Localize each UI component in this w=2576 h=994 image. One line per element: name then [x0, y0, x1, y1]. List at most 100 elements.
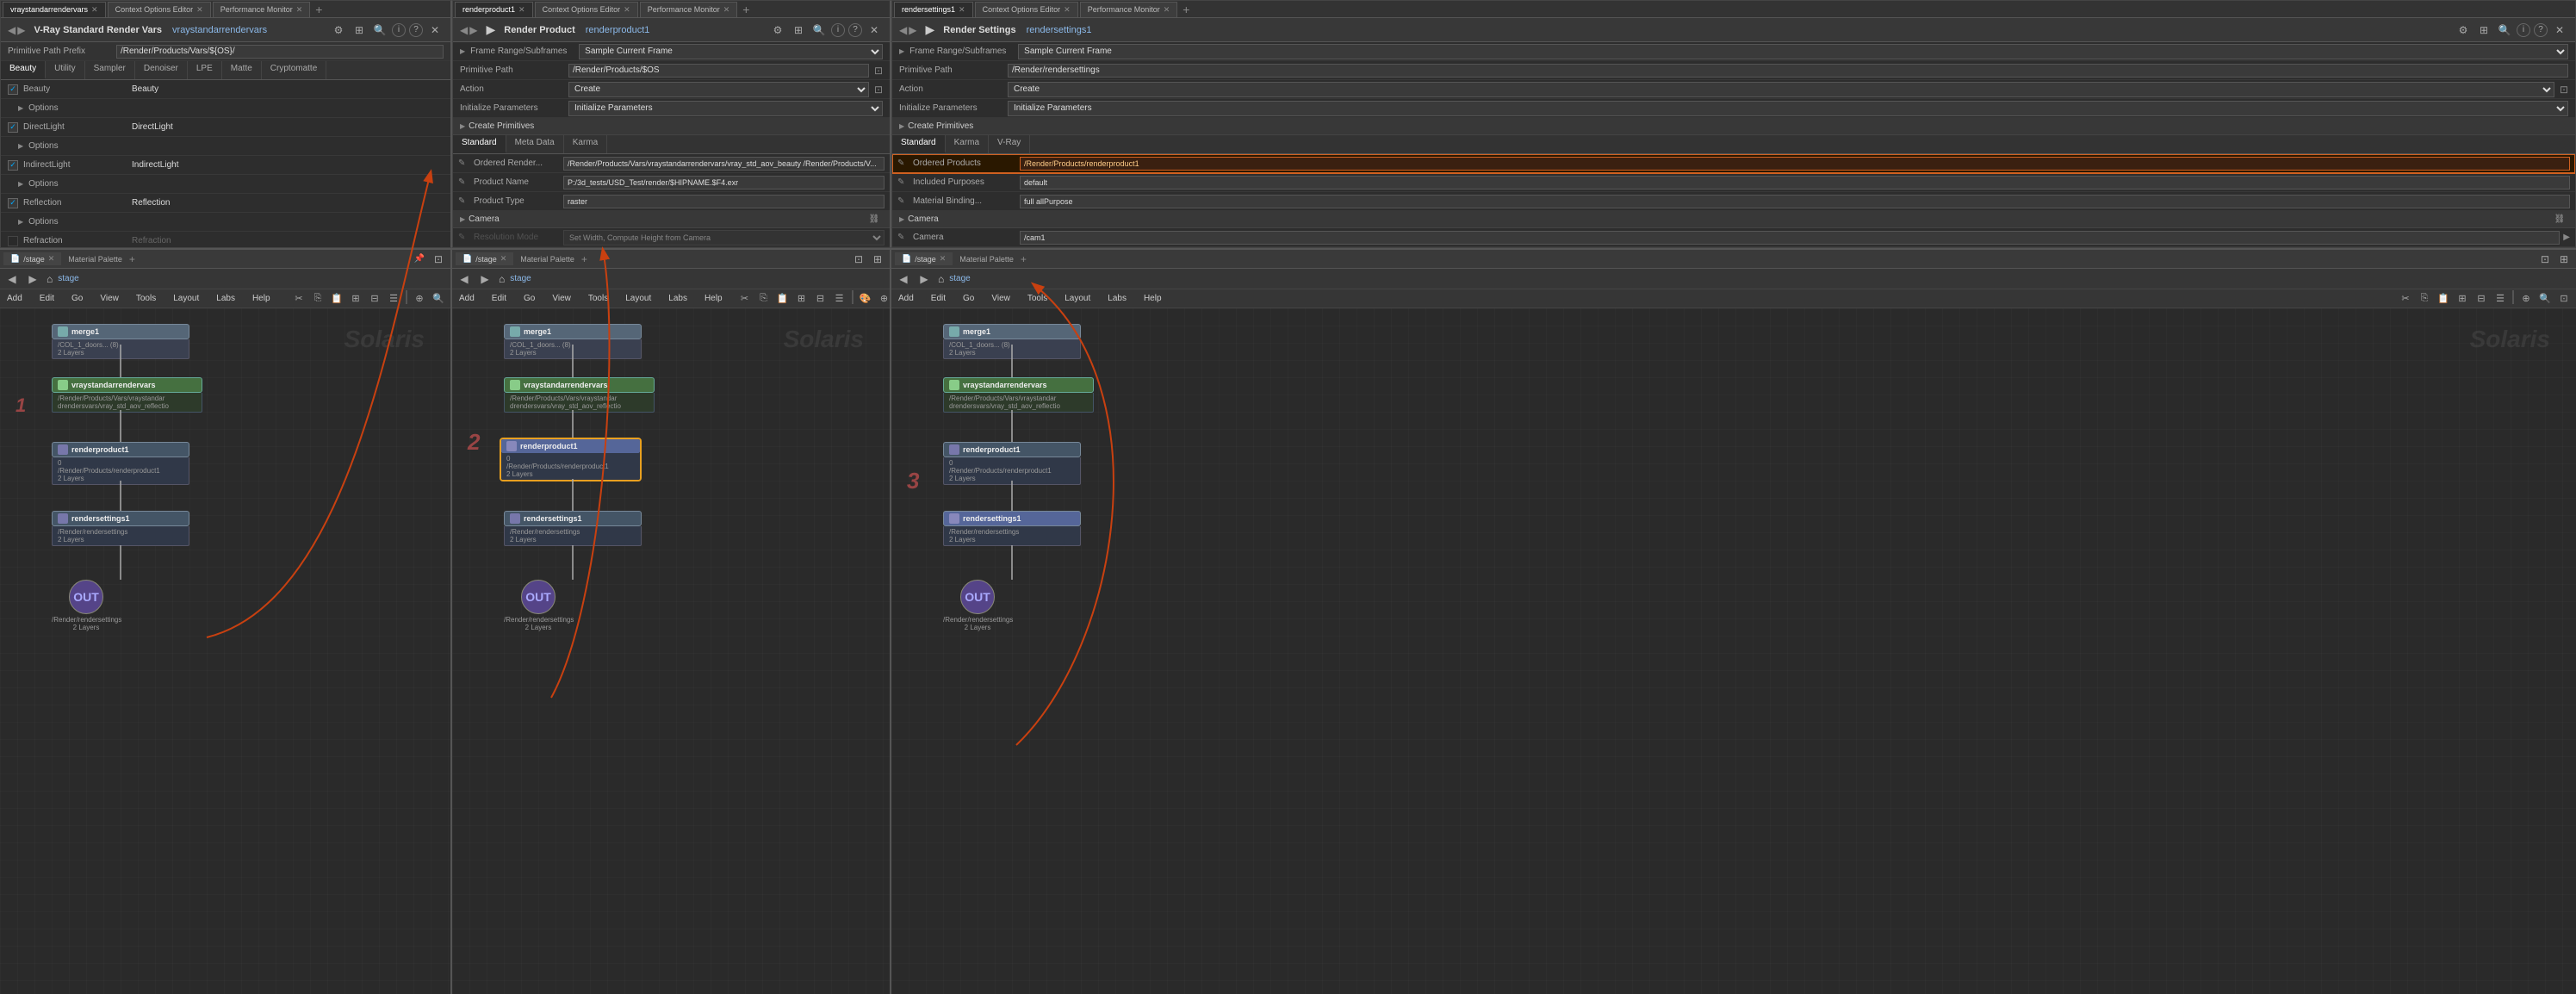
- node-vray-left[interactable]: vraystandarrendervars /Render/Products/V…: [52, 377, 202, 413]
- create-primitives-header-right[interactable]: ▶ Create Primitives: [892, 118, 2575, 135]
- sub-tab-utility[interactable]: Utility: [46, 61, 84, 79]
- tab-vraystandarrendervars[interactable]: vraystandarrendervars ✕: [3, 2, 106, 17]
- product-type-pencil[interactable]: ✎: [458, 196, 470, 206]
- nav-back-btn-center[interactable]: ◀: [456, 270, 473, 288]
- copy-icon[interactable]: ⎘: [309, 290, 326, 308]
- nav-back-btn[interactable]: ◀: [460, 24, 468, 36]
- stage-tab-right[interactable]: 📄 /stage ✕: [895, 252, 953, 265]
- tab-context-options-editor-1[interactable]: Context Options Editor ✕: [108, 2, 211, 17]
- tab-close-icon[interactable]: ✕: [624, 5, 630, 15]
- tab-renderproduct1[interactable]: renderproduct1 ✕: [455, 2, 533, 17]
- create-primitives-expand-right[interactable]: ▶: [899, 122, 904, 130]
- sub-tab-beauty[interactable]: Beauty: [1, 61, 46, 79]
- sub-tab-karma[interactable]: Karma: [564, 135, 607, 153]
- grid2-icon-right[interactable]: ⊟: [2473, 290, 2490, 308]
- close-icon[interactable]: ✕: [866, 22, 883, 39]
- menu-add-left[interactable]: Add: [3, 292, 26, 305]
- primitive-path-input-right[interactable]: [1008, 64, 2568, 78]
- tab-rendersettings1[interactable]: rendersettings1 ✕: [894, 2, 973, 17]
- home-icon-left[interactable]: ⌂: [47, 273, 53, 285]
- camera-expand-arrow[interactable]: ▶: [2563, 233, 2570, 242]
- grid2-icon[interactable]: ⊟: [366, 290, 383, 308]
- info-icon[interactable]: i: [831, 23, 845, 37]
- grid-icon[interactable]: ⊞: [351, 22, 368, 39]
- info-icon[interactable]: i: [2517, 23, 2530, 37]
- camera-link-icon[interactable]: ⛓: [866, 211, 883, 228]
- beauty-checkbox[interactable]: ✓: [8, 84, 18, 95]
- stage-tab-close[interactable]: ✕: [48, 254, 55, 264]
- sub-tab-metadata[interactable]: Meta Data: [506, 135, 564, 153]
- ordered-products-pencil[interactable]: ✎: [897, 158, 909, 168]
- reflection-checkbox[interactable]: ✓: [8, 198, 18, 208]
- action-expand-icon[interactable]: ⊡: [874, 84, 883, 96]
- info-icon[interactable]: i: [392, 23, 406, 37]
- zoom-icon-right[interactable]: ⊕: [2517, 290, 2535, 308]
- tab-context-options-right[interactable]: Context Options Editor ✕: [975, 2, 1078, 17]
- nav-back-btn-left[interactable]: ◀: [3, 270, 21, 288]
- menu-help-left[interactable]: Help: [249, 292, 274, 305]
- sub-tab-standard-right[interactable]: Standard: [892, 135, 946, 153]
- sub-tab-karma-right[interactable]: Karma: [946, 135, 989, 153]
- tab-context-options-center[interactable]: Context Options Editor ✕: [535, 2, 638, 17]
- res-mode-pencil[interactable]: ✎: [458, 233, 470, 242]
- color-icon-center[interactable]: 🎨: [857, 290, 874, 308]
- sub-tab-vray-right[interactable]: V-Ray: [989, 135, 1030, 153]
- node-renderproduct1-center[interactable]: renderproduct1 0 /Render/Products/render…: [500, 438, 642, 481]
- nav-forward-btn-center[interactable]: ▶: [476, 270, 493, 288]
- menu-edit-center[interactable]: Edit: [488, 292, 510, 305]
- ordered-products-input[interactable]: [1020, 157, 2570, 171]
- menu-tools-center[interactable]: Tools: [585, 292, 611, 305]
- tab-close-icon[interactable]: ✕: [518, 5, 525, 15]
- material-binding-input[interactable]: [1020, 195, 2570, 208]
- tab-close-icon[interactable]: ✕: [1064, 5, 1071, 15]
- copy-icon-right[interactable]: ⎘: [2416, 290, 2433, 308]
- action-expand-icon-right[interactable]: ⊡: [2560, 84, 2568, 96]
- list-icon-right[interactable]: ☰: [2492, 290, 2509, 308]
- product-name-pencil[interactable]: ✎: [458, 177, 470, 187]
- create-primitives-expand[interactable]: ▶: [460, 122, 465, 130]
- list-icon-center[interactable]: ☰: [831, 290, 848, 308]
- node-vray-right[interactable]: vraystandarrendervars /Render/Products/V…: [943, 377, 1094, 413]
- menu-view-center[interactable]: View: [549, 292, 574, 305]
- sub-tab-sampler[interactable]: Sampler: [85, 61, 135, 79]
- nav-forward-btn[interactable]: ▶: [17, 24, 25, 36]
- copy-icon-center[interactable]: ⎘: [755, 290, 773, 308]
- search-icon[interactable]: 🔍: [371, 22, 388, 39]
- tab-close-icon[interactable]: ✕: [91, 5, 98, 15]
- add-panel-btn-left[interactable]: +: [129, 253, 135, 265]
- search-icon-right[interactable]: 🔍: [2536, 290, 2554, 308]
- home-icon-center[interactable]: ⌂: [499, 273, 505, 285]
- help-icon[interactable]: ?: [409, 23, 423, 37]
- menu-go-right[interactable]: Go: [959, 292, 978, 305]
- node-rendersettings1-right[interactable]: rendersettings1 /Render/rendersettings 2…: [943, 511, 1081, 546]
- nav-back-btn[interactable]: ◀: [8, 24, 16, 36]
- grid-icon[interactable]: ⊞: [2475, 22, 2492, 39]
- menu-go-left[interactable]: Go: [68, 292, 86, 305]
- grid1-icon-right[interactable]: ⊞: [2454, 290, 2471, 308]
- primitive-path-prefix-input[interactable]: [116, 45, 444, 59]
- menu-tools-right[interactable]: Tools: [1024, 292, 1051, 305]
- menu-go-center[interactable]: Go: [520, 292, 538, 305]
- stage-tab-close-center[interactable]: ✕: [500, 254, 507, 264]
- init-params-select-right[interactable]: Initialize Parameters: [1008, 101, 2568, 116]
- close-icon[interactable]: ✕: [2551, 22, 2568, 39]
- add-panel-btn-center[interactable]: +: [581, 253, 587, 265]
- gear-icon[interactable]: ⚙: [330, 22, 347, 39]
- close-icon[interactable]: ✕: [426, 22, 444, 39]
- menu-edit-right[interactable]: Edit: [928, 292, 949, 305]
- sub-tab-denoiser[interactable]: Denoiser: [135, 61, 188, 79]
- search-icon[interactable]: 🔍: [810, 22, 828, 39]
- node-out-right[interactable]: OUT /Render/rendersettings 2 Layers: [943, 580, 1012, 631]
- frame-range-expand-right[interactable]: ▶: [899, 47, 904, 55]
- gear-icon[interactable]: ⚙: [769, 22, 786, 39]
- tab-close-icon[interactable]: ✕: [196, 5, 203, 15]
- node-rendersettings1-left[interactable]: rendersettings1 /Render/rendersettings 2…: [52, 511, 189, 546]
- included-purposes-input[interactable]: [1020, 176, 2570, 189]
- paste-icon[interactable]: 📋: [328, 290, 345, 308]
- camera-header-right[interactable]: ▶ Camera ⛓: [892, 211, 2575, 228]
- tab-perf-monitor-right[interactable]: Performance Monitor ✕: [1080, 2, 1178, 17]
- search-icon[interactable]: 🔍: [2496, 22, 2513, 39]
- node-merge1-right[interactable]: merge1 /COL_1_doors... (8) 2 Layers: [943, 324, 1081, 359]
- panel-pin-icon[interactable]: 📌: [411, 251, 428, 268]
- grid1-icon[interactable]: ⊞: [347, 290, 364, 308]
